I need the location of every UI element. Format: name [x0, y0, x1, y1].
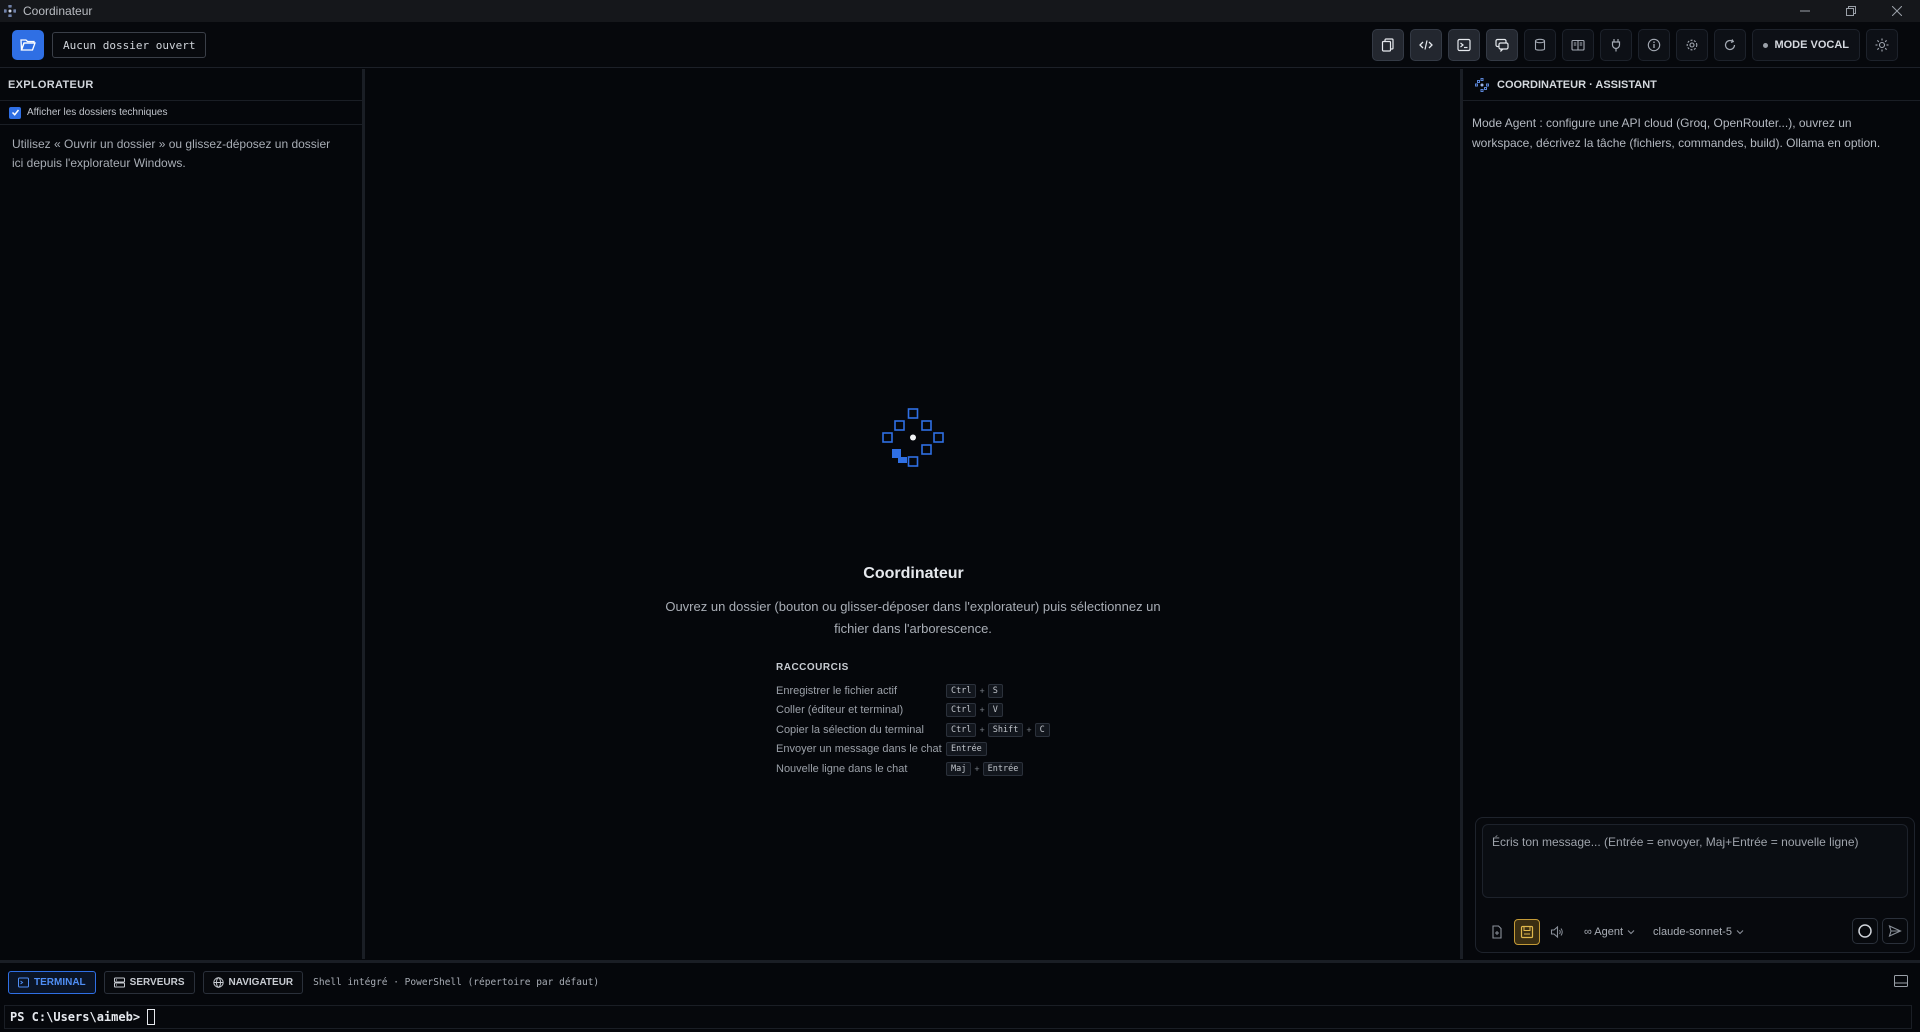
tab-browser-label: NAVIGATEUR — [228, 977, 294, 988]
app-logo-icon — [3, 4, 17, 18]
chat-composer: Écris ton message... (Entrée = envoyer, … — [1475, 817, 1915, 953]
shortcuts-list: RACCOURCIS Enregistrer le fichier actif … — [776, 662, 1116, 779]
restore-icon[interactable] — [1828, 0, 1874, 22]
assistant-message: Mode Agent : configure une API cloud (Gr… — [1472, 116, 1881, 150]
current-folder-label: Aucun dossier ouvert — [52, 32, 207, 58]
coordinator-logo-icon — [882, 408, 944, 467]
toolbar: Aucun dossier ouvert MODE VOCAL — [0, 22, 1920, 68]
shortcuts-title: RACCOURCIS — [776, 662, 849, 673]
key-badge: S — [987, 683, 1003, 698]
theme-toggle-button[interactable] — [1866, 29, 1898, 61]
show-technical-label: Afficher les dossiers techniques — [27, 107, 168, 118]
status-dot — [1763, 42, 1769, 48]
assistant-title: COORDINATEUR · ASSISTANT — [1497, 78, 1657, 91]
gear-icon[interactable] — [1676, 29, 1709, 61]
plug-icon[interactable] — [1600, 29, 1633, 61]
book-icon[interactable] — [1562, 29, 1595, 61]
chat-icon[interactable] — [1486, 29, 1519, 61]
terminal-view[interactable]: PS C:\Users\aimeb> — [4, 1005, 1912, 1029]
tab-servers[interactable]: SERVEURS — [103, 971, 195, 994]
tab-terminal[interactable]: TERMINAL — [8, 971, 96, 994]
bottom-panel: TERMINAL SERVEURS NAVIGATEUR Shell intég… — [0, 960, 1920, 1032]
explorer-help-text: Utilisez « Ouvrir un dossier » ou glisse… — [12, 137, 331, 170]
composer-toolbar: ∞ Agent claude-sonnet-5 — [1484, 918, 1908, 946]
minimize-icon[interactable] — [1782, 0, 1828, 22]
key-badge: Maj — [946, 761, 972, 776]
key-badge: Ctrl — [946, 683, 977, 698]
copy-icon[interactable] — [1372, 29, 1405, 61]
attach-file-icon[interactable] — [1484, 919, 1510, 945]
code-icon[interactable] — [1410, 29, 1443, 61]
folder-open-icon — [20, 39, 36, 51]
key-badge: Ctrl — [946, 703, 977, 718]
loading-spinner-icon[interactable] — [1852, 918, 1878, 944]
terminal-icon[interactable] — [1448, 29, 1481, 61]
editor-area: Coordinateur Ouvrez un dossier (bouton o… — [368, 69, 1459, 959]
shortcut-row: Enregistrer le fichier actif Ctrl + S — [776, 681, 1116, 701]
tab-servers-label: SERVEURS — [129, 977, 185, 988]
title-bar: Coordinateur — [0, 0, 1920, 22]
welcome-subtitle: Ouvrez un dossier (bouton ou glisser-dép… — [665, 599, 1161, 636]
explorer-title: EXPLORATEUR — [0, 69, 362, 101]
welcome-title: Coordinateur — [863, 565, 964, 582]
model-label: claude-sonnet-5 — [1653, 926, 1732, 938]
chevron-down-icon — [1627, 930, 1635, 935]
explorer-panel: EXPLORATEUR Afficher les dossiers techni… — [0, 69, 365, 959]
shortcut-label: Enregistrer le fichier actif — [776, 684, 898, 697]
refresh-icon[interactable] — [1714, 29, 1747, 61]
key-badge: Ctrl — [946, 722, 977, 737]
shortcut-row: Envoyer un message dans le chat Entrée — [776, 740, 1116, 760]
save-context-icon[interactable] — [1514, 919, 1540, 945]
mode-select[interactable]: ∞ Agent — [1584, 926, 1635, 938]
terminal-prompt: PS C:\Users\aimeb> — [10, 1010, 141, 1024]
assistant-header: COORDINATEUR · ASSISTANT — [1463, 69, 1920, 101]
tab-browser[interactable]: NAVIGATEUR — [202, 971, 304, 994]
send-icon[interactable] — [1882, 918, 1908, 944]
shortcut-label: Coller (éditeur et terminal) — [776, 704, 904, 717]
coordinator-logo-icon — [1475, 77, 1489, 92]
mode-label: ∞ Agent — [1584, 926, 1624, 938]
shortcut-label: Nouvelle ligne dans le chat — [776, 762, 908, 775]
globe-icon — [212, 977, 224, 988]
chevron-down-icon — [1736, 930, 1744, 935]
shortcut-row: Coller (éditeur et terminal) Ctrl + V — [776, 701, 1116, 721]
vocal-mode-button[interactable]: MODE VOCAL — [1752, 29, 1860, 61]
close-icon[interactable] — [1874, 0, 1920, 22]
server-icon — [113, 977, 125, 988]
show-technical-folders-option[interactable]: Afficher les dossiers techniques — [0, 101, 362, 125]
vocal-mode-label: MODE VOCAL — [1774, 39, 1849, 51]
shell-info: Shell intégré · PowerShell (répertoire p… — [313, 977, 600, 988]
key-badge: Entrée — [946, 742, 987, 757]
terminal-cursor — [147, 1009, 156, 1025]
key-badge: V — [987, 703, 1003, 718]
shortcut-label: Copier la sélection du terminal — [776, 723, 924, 736]
info-icon[interactable] — [1638, 29, 1671, 61]
chat-input[interactable]: Écris ton message... (Entrée = envoyer, … — [1482, 824, 1908, 898]
key-badge: C — [1034, 722, 1050, 737]
panel-layout-icon[interactable] — [1894, 975, 1908, 990]
shortcut-row: Nouvelle ligne dans le chat Maj + Entrée — [776, 759, 1116, 779]
sun-icon — [1875, 38, 1889, 52]
open-folder-button[interactable] — [12, 30, 44, 60]
key-badge: Shift — [987, 722, 1024, 737]
speaker-icon[interactable] — [1544, 919, 1570, 945]
shortcut-row: Copier la sélection du terminal Ctrl + Sh… — [776, 720, 1116, 740]
key-badge: Entrée — [982, 761, 1024, 776]
assistant-panel: COORDINATEUR · ASSISTANT Mode Agent : co… — [1460, 69, 1920, 959]
tab-terminal-label: TERMINAL — [34, 977, 86, 988]
window-title: Coordinateur — [23, 4, 93, 18]
show-technical-checkbox[interactable] — [9, 106, 21, 119]
terminal-icon — [18, 977, 29, 988]
database-icon[interactable] — [1524, 29, 1557, 61]
shortcut-label: Envoyer un message dans le chat — [776, 743, 942, 756]
check-icon — [11, 109, 19, 116]
model-select[interactable]: claude-sonnet-5 — [1653, 926, 1744, 938]
